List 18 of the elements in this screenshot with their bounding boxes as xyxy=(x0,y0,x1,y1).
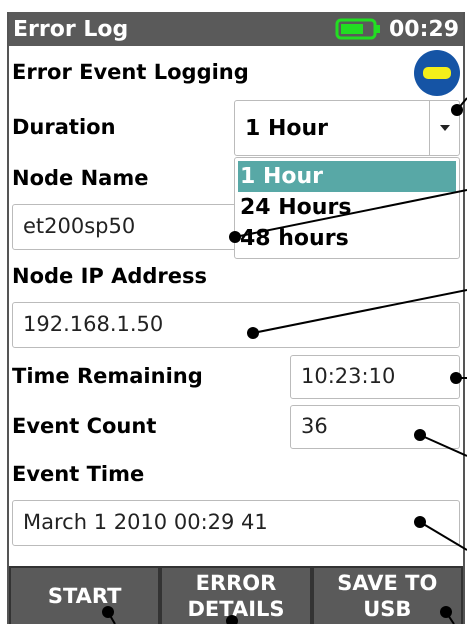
soft-key-button[interactable]: ERROR DETAILS xyxy=(162,568,310,624)
section-title: Error Event Logging xyxy=(12,59,250,86)
clock-time: 00:29 xyxy=(388,16,459,44)
screen-title: Error Log xyxy=(13,16,130,44)
text-field[interactable]: 10:23:10 xyxy=(290,355,460,399)
dropdown[interactable]: 1 Hour xyxy=(234,100,460,156)
field-label: Node Name xyxy=(12,165,148,192)
text-field[interactable]: March 1 2010 00:29 41 xyxy=(12,500,460,546)
field-label: Event Time xyxy=(12,461,144,488)
soft-key-button[interactable]: SAVE TO USB xyxy=(314,568,461,624)
field-label: Time Remaining xyxy=(12,363,203,390)
field-label: Node IP Address xyxy=(12,263,208,290)
soft-key-button[interactable]: START xyxy=(11,568,158,624)
text-field[interactable]: 192.168.1.50 xyxy=(12,302,460,348)
field-label: Event Count xyxy=(12,413,156,440)
field-label: Duration xyxy=(12,114,116,142)
dropdown-option[interactable]: 24 Hours xyxy=(238,192,456,223)
text-field[interactable]: 36 xyxy=(290,405,460,449)
